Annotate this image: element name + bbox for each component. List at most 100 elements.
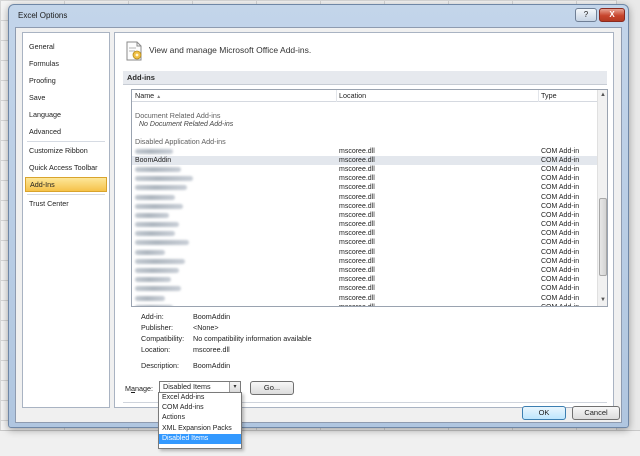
- table-row[interactable]: mscoree.dll COM Add-in: [132, 275, 597, 284]
- row-type: COM Add-in: [541, 175, 580, 183]
- manage-dropdown-list: Excel Add-ins COM Add-ins Actions XML Ex…: [158, 392, 242, 449]
- redacted-name: [135, 249, 165, 255]
- table-row[interactable]: mscoree.dll COM Add-in: [132, 284, 597, 293]
- table-row[interactable]: mscoree.dll COM Add-in: [132, 303, 597, 306]
- manage-option-disabled-items[interactable]: Disabled Items: [159, 433, 241, 444]
- row-type: COM Add-in: [541, 193, 580, 201]
- column-header-name[interactable]: Name ▲: [135, 91, 161, 102]
- list-scrollbar[interactable]: ▲ ▼: [597, 90, 607, 306]
- row-location: mscoree.dll: [339, 294, 375, 302]
- table-row[interactable]: mscoree.dll COM Add-in: [132, 211, 597, 220]
- redacted-name: [135, 148, 173, 154]
- disabled-addins-rows: mscoree.dll COM Add-in BoomAddin mscoree.dl…: [132, 147, 597, 306]
- nav-item-advanced[interactable]: Advanced: [25, 124, 107, 139]
- table-row[interactable]: mscoree.dll COM Add-in: [132, 220, 597, 229]
- nav-item-customize-ribbon[interactable]: Customize Ribbon: [25, 143, 107, 158]
- row-type: COM Add-in: [541, 202, 580, 210]
- nav-item-proofing[interactable]: Proofing: [25, 73, 107, 88]
- table-row[interactable]: mscoree.dll COM Add-in: [132, 183, 597, 192]
- close-button[interactable]: X: [599, 8, 625, 22]
- row-location: mscoree.dll: [339, 303, 375, 306]
- row-location: mscoree.dll: [339, 257, 375, 265]
- column-header-location[interactable]: Location: [339, 91, 366, 101]
- manage-option-xml-expansion-packs[interactable]: XML Expansion Packs: [159, 424, 241, 434]
- row-type: COM Add-in: [541, 248, 580, 256]
- scroll-thumb[interactable]: [599, 198, 607, 276]
- nav-item-general[interactable]: General: [25, 39, 107, 54]
- group-label-document: Document Related Add-ins: [135, 111, 221, 120]
- manage-label: Manage:: [125, 384, 153, 393]
- redacted-name: [135, 240, 189, 246]
- row-location: mscoree.dll: [339, 285, 375, 293]
- redacted-name: [135, 212, 169, 218]
- row-location: mscoree.dll: [339, 211, 375, 219]
- detail-value-publisher: <None>: [193, 323, 219, 332]
- ok-button[interactable]: OK: [522, 406, 566, 420]
- table-row[interactable]: mscoree.dll COM Add-in: [132, 257, 597, 266]
- row-type: COM Add-in: [541, 303, 579, 306]
- redacted-name: [135, 166, 181, 172]
- row-location: mscoree.dll: [339, 193, 375, 201]
- row-type: COM Add-in: [541, 221, 580, 229]
- row-type: COM Add-in: [541, 184, 580, 192]
- table-row[interactable]: mscoree.dll COM Add-in: [132, 229, 597, 238]
- help-button[interactable]: ?: [575, 8, 597, 22]
- go-button[interactable]: Go...: [250, 381, 294, 395]
- row-location: mscoree.dll: [339, 156, 375, 164]
- table-row[interactable]: mscoree.dll COM Add-in: [132, 147, 597, 156]
- table-row[interactable]: mscoree.dll COM Add-in: [132, 238, 597, 247]
- list-header: Name ▲ Location Type: [132, 90, 597, 102]
- table-row[interactable]: mscoree.dll COM Add-in: [132, 202, 597, 211]
- detail-label-compatibility: Compatibility:: [141, 334, 185, 343]
- cancel-button[interactable]: Cancel: [572, 406, 620, 420]
- addins-list[interactable]: Name ▲ Location Type Document Related Add…: [131, 89, 608, 307]
- column-divider: [538, 90, 539, 102]
- nav-item-quick-access-toolbar[interactable]: Quick Access Toolbar: [25, 160, 107, 175]
- manage-option-actions[interactable]: Actions: [159, 413, 241, 423]
- page-heading: View and manage Microsoft Office Add-ins…: [149, 45, 312, 55]
- redacted-name: [135, 304, 173, 306]
- scroll-down-icon[interactable]: ▼: [598, 295, 607, 305]
- table-row[interactable]: mscoree.dll COM Add-in: [132, 193, 597, 202]
- scroll-up-icon[interactable]: ▲: [598, 90, 607, 100]
- detail-label-location: Location:: [141, 345, 171, 354]
- nav-item-trust-center[interactable]: Trust Center: [25, 196, 107, 211]
- row-location: mscoree.dll: [339, 147, 375, 155]
- nav-item-save[interactable]: Save: [25, 90, 107, 105]
- redacted-name: [135, 268, 179, 273]
- add-ins-page-icon: [126, 41, 142, 61]
- row-location: mscoree.dll: [339, 175, 375, 183]
- row-type: COM Add-in: [541, 257, 580, 265]
- row-type: COM Add-in: [541, 294, 580, 302]
- manage-option-excel-addins[interactable]: Excel Add-ins: [159, 393, 241, 403]
- table-row[interactable]: mscoree.dll COM Add-in: [132, 294, 597, 303]
- section-title: Add-ins: [123, 71, 607, 85]
- column-header-type[interactable]: Type: [541, 91, 557, 101]
- redacted-name: [135, 231, 175, 237]
- dropdown-arrow-icon[interactable]: ▾: [229, 382, 240, 392]
- detail-value-location: mscoree.dll: [193, 345, 230, 354]
- title-bar[interactable]: Excel Options ? X: [9, 5, 628, 25]
- detail-value-addin: BoomAddin: [193, 312, 231, 321]
- redacted-name: [135, 194, 175, 200]
- table-row[interactable]: mscoree.dll COM Add-in: [132, 266, 597, 275]
- dialog-body: General Formulas Proofing Save Language …: [15, 27, 622, 423]
- nav-item-formulas[interactable]: Formulas: [25, 56, 107, 71]
- detail-label-addin: Add-in:: [141, 312, 164, 321]
- nav-item-add-ins[interactable]: Add-Ins: [25, 177, 107, 192]
- nav-item-language[interactable]: Language: [25, 107, 107, 122]
- table-row[interactable]: BoomAddin mscoree.dll COM Add-in: [132, 155, 597, 165]
- row-type: COM Add-in: [541, 156, 580, 164]
- row-location: mscoree.dll: [339, 239, 375, 247]
- manage-option-com-addins[interactable]: COM Add-ins: [159, 403, 241, 413]
- redacted-name: [135, 185, 187, 191]
- redacted-name: [135, 203, 183, 209]
- table-row[interactable]: mscoree.dll COM Add-in: [132, 165, 597, 174]
- table-row[interactable]: mscoree.dll COM Add-in: [132, 248, 597, 257]
- redacted-name: [135, 258, 185, 264]
- row-type: COM Add-in: [541, 276, 580, 284]
- table-row[interactable]: mscoree.dll COM Add-in: [132, 174, 597, 183]
- group-label-disabled: Disabled Application Add-ins: [135, 137, 226, 147]
